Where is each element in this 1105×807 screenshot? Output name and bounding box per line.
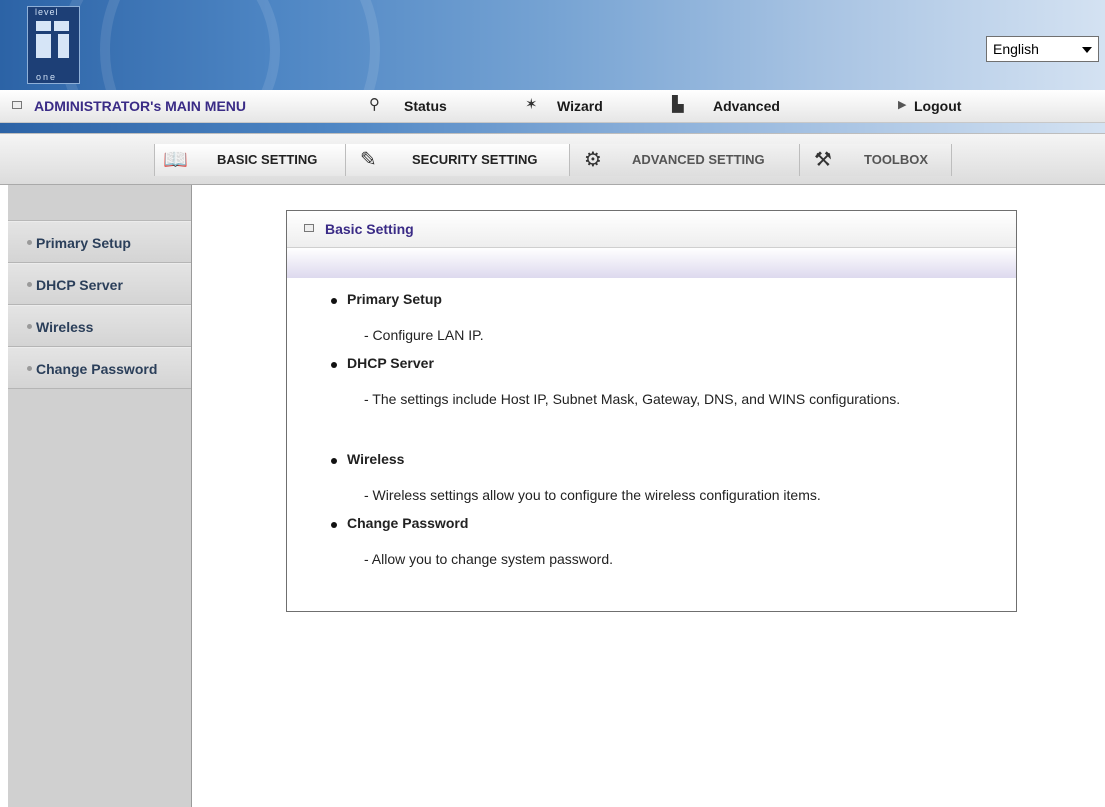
panel-title: Basic Setting xyxy=(325,221,414,237)
main-content: Basic Setting Primary Setup - Configure … xyxy=(192,185,1105,807)
main-menu-bar: ADMINISTRATOR's MAIN MENU ⚲ Status ✶ Wiz… xyxy=(0,90,1105,123)
header-banner: level one English xyxy=(0,0,1105,90)
language-select[interactable]: English xyxy=(986,36,1099,62)
banner-decoration xyxy=(100,0,380,90)
basic-setting-panel: Basic Setting Primary Setup - Configure … xyxy=(286,210,1017,612)
entry-heading: Primary Setup xyxy=(347,291,442,307)
menu-logout[interactable]: Logout xyxy=(914,98,961,114)
entry-description: - The settings include Host IP, Subnet M… xyxy=(364,391,901,407)
bullet-icon xyxy=(27,282,32,287)
tab-label: BASIC SETTING xyxy=(217,152,318,167)
bullet-icon xyxy=(27,366,32,371)
levelone-logo-icon: level one xyxy=(27,6,80,84)
panel-header: Basic Setting xyxy=(287,211,1016,248)
menu-square-icon xyxy=(304,224,314,232)
bullet-icon xyxy=(331,522,337,528)
tab-label: ADVANCED SETTING xyxy=(632,152,765,167)
panel-band xyxy=(287,248,1016,278)
gear-icon: ⚙ xyxy=(584,149,602,171)
entry-heading: Change Password xyxy=(347,515,469,531)
sidebar-item-primary-setup[interactable]: Primary Setup xyxy=(8,221,191,263)
menu-square-icon xyxy=(12,101,22,109)
menu-stripe xyxy=(0,123,1105,133)
menu-status[interactable]: Status xyxy=(404,98,447,114)
bullet-icon xyxy=(27,324,32,329)
lock-icon: ✎ xyxy=(360,149,377,171)
sidebar-item-label: Wireless xyxy=(36,319,94,335)
entry-heading: Wireless xyxy=(347,451,405,467)
advanced-icon[interactable]: ▙ xyxy=(672,95,684,113)
wizard-icon[interactable]: ✶ xyxy=(525,95,538,113)
status-icon[interactable]: ⚲ xyxy=(369,95,380,113)
bullet-icon xyxy=(331,362,337,368)
tab-security-setting[interactable]: ✎ SECURITY SETTING xyxy=(346,144,570,176)
language-value: English xyxy=(993,41,1039,57)
entry-description: - Configure LAN IP. xyxy=(364,327,484,343)
menu-wizard[interactable]: Wizard xyxy=(557,98,603,114)
sidebar-spacer xyxy=(8,185,191,221)
sidebar-item-label: DHCP Server xyxy=(36,277,123,293)
bullet-icon xyxy=(331,458,337,464)
menu-advanced[interactable]: Advanced xyxy=(713,98,780,114)
sidebar-item-wireless[interactable]: Wireless xyxy=(8,305,191,347)
chevron-down-icon[interactable] xyxy=(1082,47,1092,53)
tab-toolbox[interactable]: ⚒ TOOLBOX xyxy=(800,144,952,176)
logo-bottom-text: one xyxy=(36,72,58,82)
sidebar-item-label: Change Password xyxy=(36,361,158,377)
sidebar-item-label: Primary Setup xyxy=(36,235,131,251)
tab-label: SECURITY SETTING xyxy=(412,152,538,167)
entry-heading: DHCP Server xyxy=(347,355,434,371)
entry-description: - Wireless settings allow you to configu… xyxy=(364,487,821,503)
tab-basic-setting[interactable]: 📖 BASIC SETTING xyxy=(154,144,346,176)
bullet-icon xyxy=(331,298,337,304)
bullet-icon xyxy=(27,240,32,245)
book-icon: 📖 xyxy=(163,149,188,171)
settings-tab-bar: 📖 BASIC SETTING ✎ SECURITY SETTING ⚙ ADV… xyxy=(0,133,1105,185)
admin-main-menu-label: ADMINISTRATOR's MAIN MENU xyxy=(34,98,247,114)
tab-label: TOOLBOX xyxy=(864,152,929,167)
tab-advanced-setting[interactable]: ⚙ ADVANCED SETTING xyxy=(570,144,800,176)
entry-description: - Allow you to change system password. xyxy=(364,551,614,567)
sidebar: Primary Setup DHCP Server Wireless Chang… xyxy=(8,185,192,807)
triangle-right-icon[interactable]: ▶ xyxy=(898,98,906,111)
logo-top-text: level xyxy=(35,7,59,17)
sidebar-item-dhcp-server[interactable]: DHCP Server xyxy=(8,263,191,305)
sidebar-item-change-password[interactable]: Change Password xyxy=(8,347,191,389)
toolbox-icon: ⚒ xyxy=(814,149,832,171)
